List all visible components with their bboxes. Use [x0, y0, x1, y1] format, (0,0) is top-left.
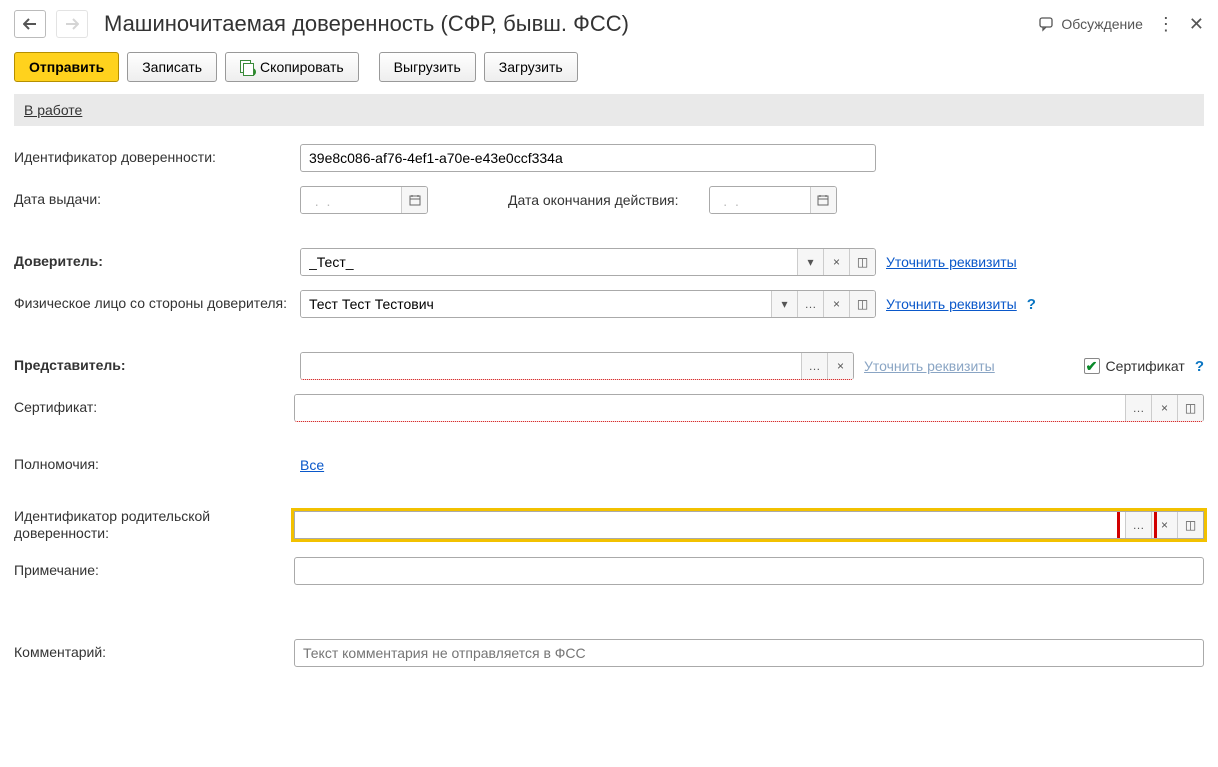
representative-clarify-link[interactable]: Уточнить реквизиты: [864, 358, 995, 374]
label-id: Идентификатор доверенности:: [14, 149, 300, 167]
parent-id-dots-button[interactable]: …: [1125, 512, 1151, 538]
nav-forward-button: [56, 10, 88, 38]
certificate-clear-button[interactable]: ×: [1151, 395, 1177, 421]
send-button[interactable]: Отправить: [14, 52, 119, 82]
note-input[interactable]: [294, 557, 1204, 585]
title-bar: Машиночитаемая доверенность (СФР, бывш. …: [14, 10, 1204, 38]
toolbar: Отправить Записать + Скопировать Выгрузи…: [14, 52, 1204, 82]
issue-date-input[interactable]: [301, 187, 401, 214]
principal-person-input[interactable]: [301, 291, 771, 317]
import-button[interactable]: Загрузить: [484, 52, 578, 82]
close-button[interactable]: ✕: [1189, 14, 1204, 35]
representative-help-button[interactable]: ?: [1195, 358, 1204, 375]
principal-dropdown-button[interactable]: ▾: [797, 249, 823, 275]
arrow-left-icon: [23, 18, 37, 30]
label-parent-id: Идентификатор родительской доверенности:: [14, 508, 294, 543]
label-note: Примечание:: [14, 562, 294, 580]
label-principal-person: Физическое лицо со стороны доверителя:: [14, 295, 300, 313]
comment-input[interactable]: [294, 639, 1204, 667]
discussion-label: Обсуждение: [1061, 16, 1143, 32]
calendar-icon: [817, 194, 829, 206]
principal-person-open-button[interactable]: ◫: [849, 291, 875, 317]
chat-icon: [1039, 16, 1055, 32]
label-powers: Полномочия:: [14, 456, 300, 474]
copy-icon: +: [240, 60, 254, 74]
arrow-right-icon: [65, 18, 79, 30]
parent-id-input[interactable]: [295, 512, 1125, 538]
principal-open-button[interactable]: ◫: [849, 249, 875, 275]
label-principal: Доверитель:: [14, 253, 300, 271]
principal-clear-button[interactable]: ×: [823, 249, 849, 275]
calendar-icon: [409, 194, 421, 206]
page-title: Машиночитаемая доверенность (СФР, бывш. …: [104, 11, 1029, 37]
id-input[interactable]: [300, 144, 876, 172]
status-link[interactable]: В работе: [24, 102, 82, 118]
check-icon: ✔: [1084, 358, 1100, 374]
copy-button[interactable]: + Скопировать: [225, 52, 359, 82]
label-comment: Комментарий:: [14, 644, 294, 662]
certificate-open-button[interactable]: ◫: [1177, 395, 1203, 421]
parent-id-clear-button[interactable]: ×: [1151, 512, 1177, 538]
discussion-button[interactable]: Обсуждение: [1039, 16, 1143, 32]
save-button[interactable]: Записать: [127, 52, 217, 82]
label-issue-date: Дата выдачи:: [14, 191, 300, 209]
certificate-input[interactable]: [295, 395, 1125, 421]
copy-button-label: Скопировать: [260, 59, 344, 75]
label-end-date: Дата окончания действия:: [508, 192, 679, 208]
principal-person-help-button[interactable]: ?: [1027, 296, 1036, 313]
status-bar: В работе: [14, 94, 1204, 126]
representative-input[interactable]: [301, 353, 801, 379]
certificate-checkbox[interactable]: ✔ Сертификат: [1084, 358, 1185, 374]
principal-input[interactable]: [301, 249, 797, 275]
end-date-input[interactable]: [710, 187, 810, 214]
label-certificate: Сертификат:: [14, 399, 294, 417]
representative-dots-button[interactable]: …: [801, 353, 827, 379]
more-menu-button[interactable]: ⋮: [1157, 14, 1175, 35]
nav-back-button[interactable]: [14, 10, 46, 38]
certificate-dots-button[interactable]: …: [1125, 395, 1151, 421]
principal-person-dots-button[interactable]: …: [797, 291, 823, 317]
parent-id-open-button[interactable]: ◫: [1177, 512, 1203, 538]
powers-link[interactable]: Все: [300, 457, 324, 473]
export-button[interactable]: Выгрузить: [379, 52, 476, 82]
label-representative: Представитель:: [14, 357, 300, 375]
end-date-calendar-button[interactable]: [810, 187, 836, 213]
principal-person-dropdown-button[interactable]: ▾: [771, 291, 797, 317]
principal-person-clarify-link[interactable]: Уточнить реквизиты: [886, 296, 1017, 312]
issue-date-calendar-button[interactable]: [401, 187, 427, 213]
principal-clarify-link[interactable]: Уточнить реквизиты: [886, 254, 1017, 270]
representative-clear-button[interactable]: ×: [827, 353, 853, 379]
principal-person-clear-button[interactable]: ×: [823, 291, 849, 317]
certificate-checkbox-label: Сертификат: [1106, 358, 1185, 374]
